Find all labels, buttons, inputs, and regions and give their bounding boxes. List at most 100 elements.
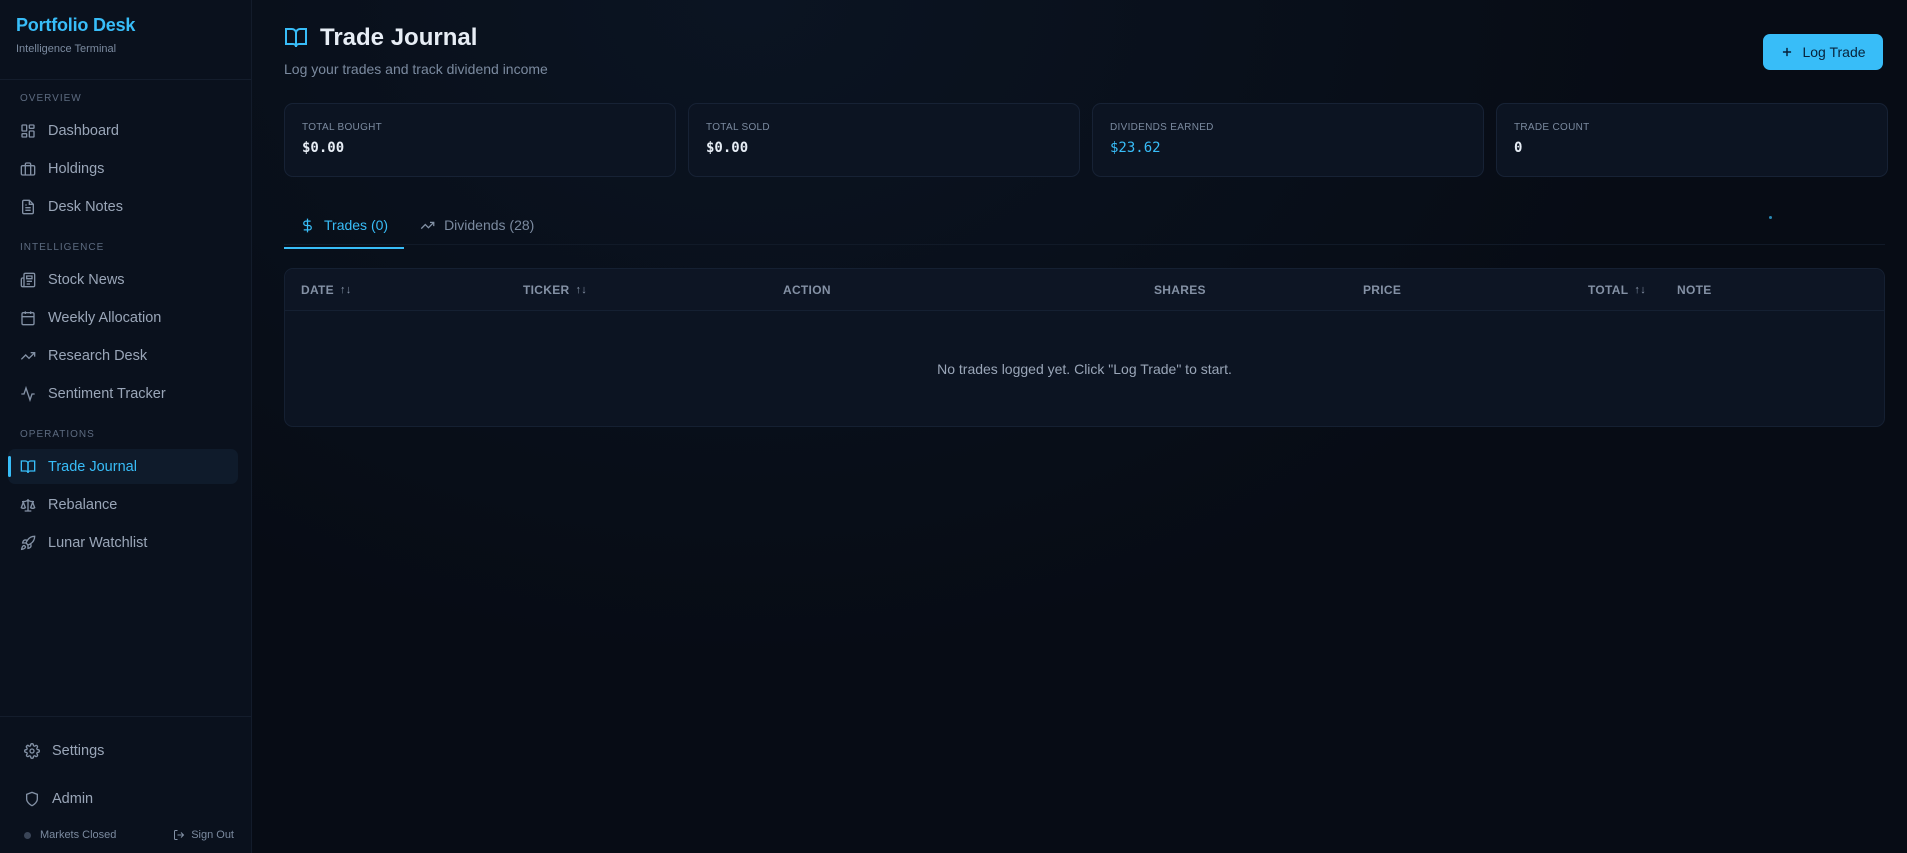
sidebar-item-research-desk[interactable]: Research Desk	[8, 338, 238, 373]
page-title: Trade Journal	[320, 24, 478, 51]
section-label-intelligence: INTELLIGENCE	[20, 242, 105, 253]
main-content: Trade Journal Log your trades and track …	[252, 0, 1907, 853]
market-status: Markets Closed	[24, 829, 116, 841]
sidebar-item-label: Rebalance	[48, 496, 118, 513]
log-out-icon	[174, 830, 185, 840]
column-label: TOTAL	[1588, 283, 1629, 297]
card-label: DIVIDENDS EARNED	[1110, 122, 1214, 133]
section-label-overview: OVERVIEW	[20, 93, 82, 104]
column-label: SHARES	[1154, 283, 1206, 297]
sidebar-item-dashboard[interactable]: Dashboard	[8, 113, 238, 148]
sidebar-item-desk-notes[interactable]: Desk Notes	[8, 189, 238, 224]
column-label: ACTION	[783, 283, 831, 297]
tab-label: Trades (0)	[324, 217, 389, 233]
status-row: Markets Closed Sign Out	[24, 829, 234, 841]
tab-dividends[interactable]: Dividends (28)	[404, 207, 550, 243]
brand-title[interactable]: Portfolio Desk	[16, 15, 235, 36]
tab-label: Dividends (28)	[444, 217, 535, 233]
title-row: Trade Journal	[284, 24, 548, 52]
settings-label: Settings	[52, 743, 105, 759]
column-label: PRICE	[1363, 283, 1402, 297]
sidebar-divider	[0, 716, 251, 717]
sidebar-item-label: Lunar Watchlist	[48, 534, 148, 551]
total-bought-card: TOTAL BOUGHT $0.00	[284, 103, 676, 177]
tab-trades[interactable]: Trades (0)	[284, 207, 405, 249]
sidebar-item-label: Weekly Allocation	[48, 309, 162, 326]
column-header-action: ACTION	[783, 269, 831, 311]
card-label: TRADE COUNT	[1514, 122, 1590, 133]
trade-count-card: TRADE COUNT 0	[1496, 103, 1888, 177]
brand-subtitle: Intelligence Terminal	[16, 43, 117, 55]
sidebar-item-rebalance[interactable]: Rebalance	[8, 487, 238, 522]
empty-state-message: No trades logged yet. Click "Log Trade" …	[937, 361, 1232, 377]
tabs-divider	[284, 244, 1885, 245]
admin-button[interactable]: Admin	[12, 782, 232, 816]
column-label: DATE	[301, 283, 334, 297]
column-label: NOTE	[1677, 283, 1712, 297]
sort-icon[interactable]: ↑↓	[340, 284, 352, 296]
log-trade-label: Log Trade	[1802, 44, 1866, 60]
sidebar-item-weekly-allocation[interactable]: Weekly Allocation	[8, 300, 238, 335]
newspaper-icon	[20, 272, 36, 287]
sidebar-item-sentiment-tracker[interactable]: Sentiment Tracker	[8, 376, 238, 411]
shield-icon	[26, 791, 38, 807]
market-status-text: Markets Closed	[40, 829, 117, 841]
admin-label: Admin	[52, 791, 94, 807]
file-text-icon	[22, 199, 34, 214]
sort-icon[interactable]: ↑↓	[575, 284, 587, 296]
plus-icon	[1783, 47, 1792, 57]
card-value: $0.00	[302, 140, 345, 156]
book-open-icon	[285, 28, 307, 48]
card-value: $23.62	[1110, 140, 1161, 156]
journal-tabs: Trades (0) Dividends (28)	[284, 207, 550, 249]
card-label: TOTAL SOLD	[706, 122, 770, 133]
trades-table: DATE ↑↓ TICKER ↑↓ ACTION SHARES PRICE TO	[284, 268, 1885, 427]
card-value: 0	[1514, 140, 1523, 156]
page-header: Trade Journal Log your trades and track …	[284, 24, 548, 77]
sidebar-item-trade-journal[interactable]: Trade Journal	[8, 449, 238, 484]
column-header-date[interactable]: DATE ↑↓	[301, 269, 352, 311]
brand: Portfolio Desk Intelligence Terminal	[0, 0, 251, 80]
briefcase-icon	[20, 161, 36, 176]
sort-icon[interactable]: ↑↓	[1634, 284, 1646, 296]
log-trade-button[interactable]: Log Trade	[1763, 34, 1883, 70]
calendar-icon	[21, 310, 35, 325]
dollar-icon	[303, 218, 312, 232]
sidebar-item-label: Holdings	[48, 160, 105, 177]
sidebar: Portfolio Desk Intelligence Terminal OVE…	[0, 0, 252, 853]
column-header-total[interactable]: TOTAL ↑↓	[1588, 269, 1646, 311]
column-header-ticker[interactable]: TICKER ↑↓	[523, 269, 587, 311]
activity-icon	[21, 385, 35, 402]
sidebar-item-label: Trade Journal	[48, 458, 137, 475]
section-label-operations: OPERATIONS	[20, 429, 95, 440]
sidebar-item-label: Desk Notes	[48, 198, 123, 215]
column-label: TICKER	[523, 283, 570, 297]
sidebar-item-stock-news[interactable]: Stock News	[8, 262, 238, 297]
sidebar-item-label: Stock News	[48, 271, 125, 288]
card-label: TOTAL BOUGHT	[302, 122, 383, 133]
table-header: DATE ↑↓ TICKER ↑↓ ACTION SHARES PRICE TO	[285, 269, 1884, 311]
trending-up-icon	[20, 351, 36, 360]
trending-up-icon	[420, 221, 435, 229]
column-header-shares: SHARES	[1154, 269, 1206, 311]
rocket-icon	[20, 535, 36, 550]
settings-button[interactable]: Settings	[12, 734, 232, 768]
page-subtitle: Log your trades and track dividend incom…	[284, 61, 548, 77]
status-dot	[24, 831, 31, 839]
column-header-price: PRICE	[1363, 269, 1401, 311]
sidebar-item-label: Sentiment Tracker	[48, 385, 166, 402]
card-value: $0.00	[706, 140, 749, 156]
indicator-dot	[1769, 216, 1772, 219]
scale-icon	[20, 498, 36, 512]
book-open-icon	[20, 459, 36, 473]
sign-out-label: Sign Out	[191, 829, 234, 841]
total-sold-card: TOTAL SOLD $0.00	[688, 103, 1080, 177]
gear-icon	[24, 743, 40, 759]
dividends-earned-card: DIVIDENDS EARNED $23.62	[1092, 103, 1484, 177]
sign-out-button[interactable]: Sign Out	[173, 829, 234, 841]
sidebar-item-lunar-watchlist[interactable]: Lunar Watchlist	[8, 525, 238, 560]
column-header-note: NOTE	[1677, 269, 1712, 311]
sidebar-item-label: Dashboard	[48, 122, 119, 139]
summary-cards: TOTAL BOUGHT $0.00 TOTAL SOLD $0.00 DIVI…	[284, 103, 1888, 177]
sidebar-item-holdings[interactable]: Holdings	[8, 151, 238, 186]
